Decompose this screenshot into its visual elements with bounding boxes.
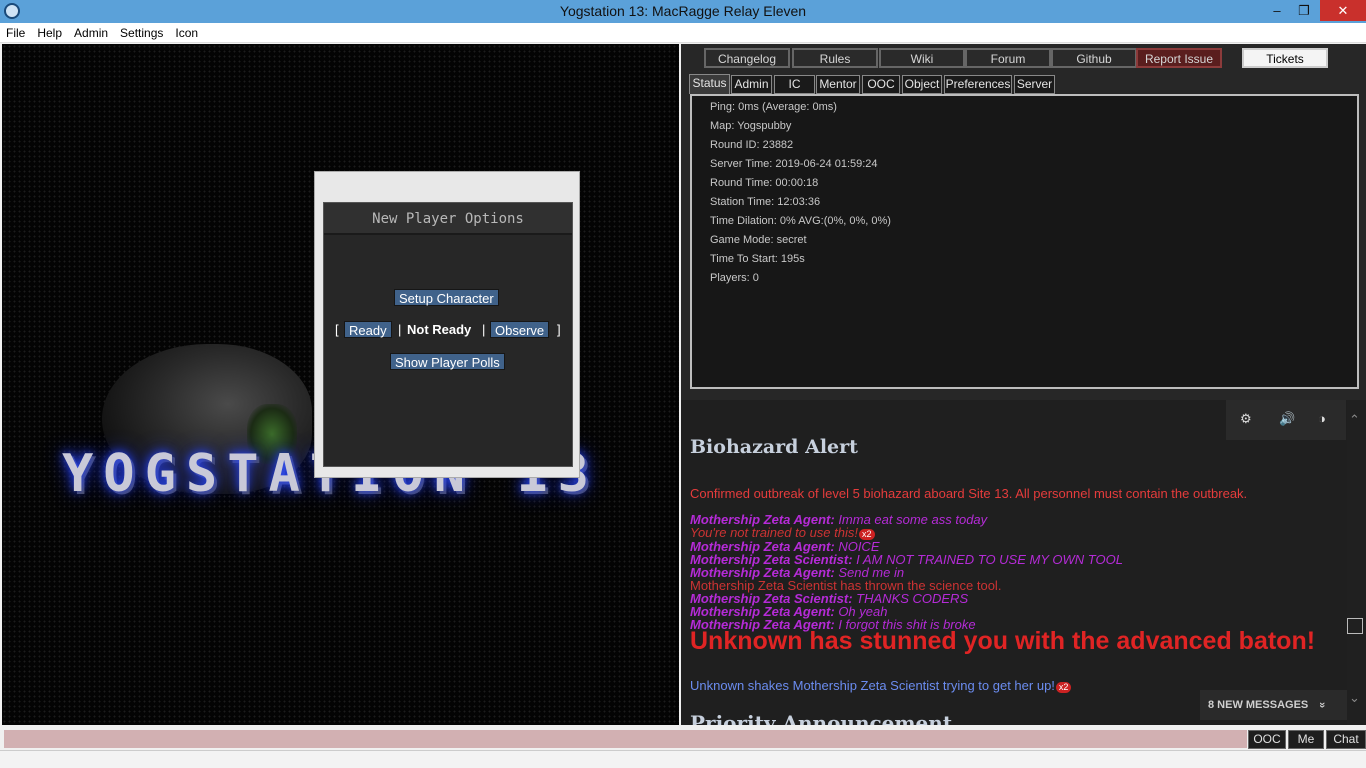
menu-icon[interactable]: Icon	[169, 23, 204, 40]
rules-button[interactable]: Rules	[792, 48, 878, 68]
chevron-down-icon: »	[1316, 701, 1329, 709]
menu-bar: File Help Admin Settings Icon	[0, 23, 1366, 43]
status-server-time: Server Time: 2019-06-24 01:59:24	[710, 158, 878, 170]
bracket-open: [	[335, 322, 339, 337]
menu-settings[interactable]: Settings	[114, 23, 169, 40]
contrast-icon[interactable]: ◑	[1318, 411, 1326, 426]
report-issue-button[interactable]: Report Issue	[1136, 48, 1222, 68]
chat-text: Imma eat some ass today	[838, 512, 988, 527]
chat-line: You're not trained to use this! x2	[690, 526, 875, 540]
status-round-time: Round Time: 00:00:18	[710, 177, 819, 189]
chat-log[interactable]: Biohazard Alert Confirmed outbreak of le…	[681, 400, 1347, 725]
show-player-polls-button[interactable]: Show Player Polls	[390, 353, 505, 370]
minimize-button[interactable]: ‒	[1264, 0, 1290, 21]
status-map: Map: Yogspubby	[710, 120, 792, 132]
chat-toggle-box[interactable]	[1347, 618, 1363, 634]
observe-button[interactable]: Observe	[490, 321, 550, 338]
scroll-down-icon[interactable]: ⌄	[1349, 690, 1360, 706]
tab-status[interactable]: Status	[689, 74, 730, 94]
stun-message: Unknown has stunned you with the advance…	[690, 627, 1316, 655]
wiki-button[interactable]: Wiki	[879, 48, 965, 68]
status-game-mode: Game Mode: secret	[710, 234, 807, 246]
chat-controls: ⚙ 🔊 ◑	[1226, 400, 1346, 440]
new-messages-button[interactable]: 8 NEW MESSAGES »	[1200, 690, 1347, 720]
forum-button[interactable]: Forum	[965, 48, 1051, 68]
status-station-time: Station Time: 12:03:36	[710, 196, 821, 208]
chat-line: Unknown shakes Mothership Zeta Scientist…	[690, 678, 1072, 693]
tab-preferences[interactable]: Preferences	[944, 75, 1012, 94]
changelog-button[interactable]: Changelog	[704, 48, 790, 68]
status-round-id: Round ID: 23882	[710, 139, 794, 151]
player-options-window: New Player Options Setup Character [ Rea…	[314, 171, 580, 478]
ooc-button[interactable]: OOC	[1248, 730, 1286, 749]
repeat-badge: x2	[1055, 682, 1072, 693]
status-ping: Ping: 0ms (Average: 0ms)	[710, 101, 837, 113]
tickets-button[interactable]: Tickets	[1242, 48, 1328, 68]
close-button[interactable]: ✕	[1320, 0, 1366, 21]
chat-text: You're not trained to use this!	[690, 525, 858, 540]
window-title: Yogstation 13: MacRagge Relay Eleven	[559, 3, 807, 19]
separator: |	[398, 322, 402, 337]
status-panel: Ping: 0ms (Average: 0ms) Map: Yogspubby …	[690, 94, 1359, 389]
bracket-close: ]	[557, 322, 561, 337]
bottom-strip	[0, 750, 1366, 768]
github-button[interactable]: Github	[1051, 48, 1137, 68]
tab-ooc[interactable]: OOC	[862, 75, 900, 94]
tab-admin[interactable]: Admin	[731, 75, 772, 94]
player-options-panel: New Player Options Setup Character [ Rea…	[323, 202, 573, 467]
status-players: Players: 0	[710, 272, 759, 284]
menu-admin[interactable]: Admin	[68, 23, 114, 40]
not-ready-label: Not Ready	[407, 322, 472, 337]
tab-server[interactable]: Server	[1014, 75, 1055, 94]
priority-announcement-title: Priority Announcement	[690, 711, 953, 725]
biohazard-alert-text: Confirmed outbreak of level 5 biohazard …	[690, 486, 1248, 501]
chat-input[interactable]	[4, 730, 1247, 748]
setup-character-button[interactable]: Setup Character	[394, 289, 499, 306]
chat-scrollbar[interactable]: ⌃ ⌄	[1347, 400, 1366, 725]
ready-button[interactable]: Ready	[344, 321, 392, 338]
tab-mentor[interactable]: Mentor	[816, 75, 860, 94]
menu-file[interactable]: File	[0, 23, 31, 40]
status-time-dilation: Time Dilation: 0% AVG:(0%, 0%, 0%)	[710, 215, 891, 227]
title-bar: Yogstation 13: MacRagge Relay Eleven ‒ ❐…	[0, 0, 1366, 23]
biohazard-alert-title: Biohazard Alert	[690, 436, 858, 458]
gear-icon[interactable]: ⚙	[1240, 411, 1252, 427]
maximize-button[interactable]: ❐	[1291, 0, 1317, 21]
scroll-up-icon[interactable]: ⌃	[1349, 412, 1360, 428]
menu-help[interactable]: Help	[31, 23, 68, 40]
me-button[interactable]: Me	[1288, 730, 1324, 749]
status-time-to-start: Time To Start: 195s	[710, 253, 805, 265]
chat-text: Unknown shakes Mothership Zeta Scientist…	[690, 678, 1055, 693]
tab-object[interactable]: Object	[902, 75, 942, 94]
volume-icon[interactable]: 🔊	[1279, 411, 1295, 427]
tab-ic[interactable]: IC	[774, 75, 815, 94]
new-messages-label: 8 NEW MESSAGES	[1208, 699, 1309, 711]
separator: |	[482, 322, 486, 337]
chat-button[interactable]: Chat	[1326, 730, 1366, 749]
player-options-title: New Player Options	[324, 203, 572, 235]
